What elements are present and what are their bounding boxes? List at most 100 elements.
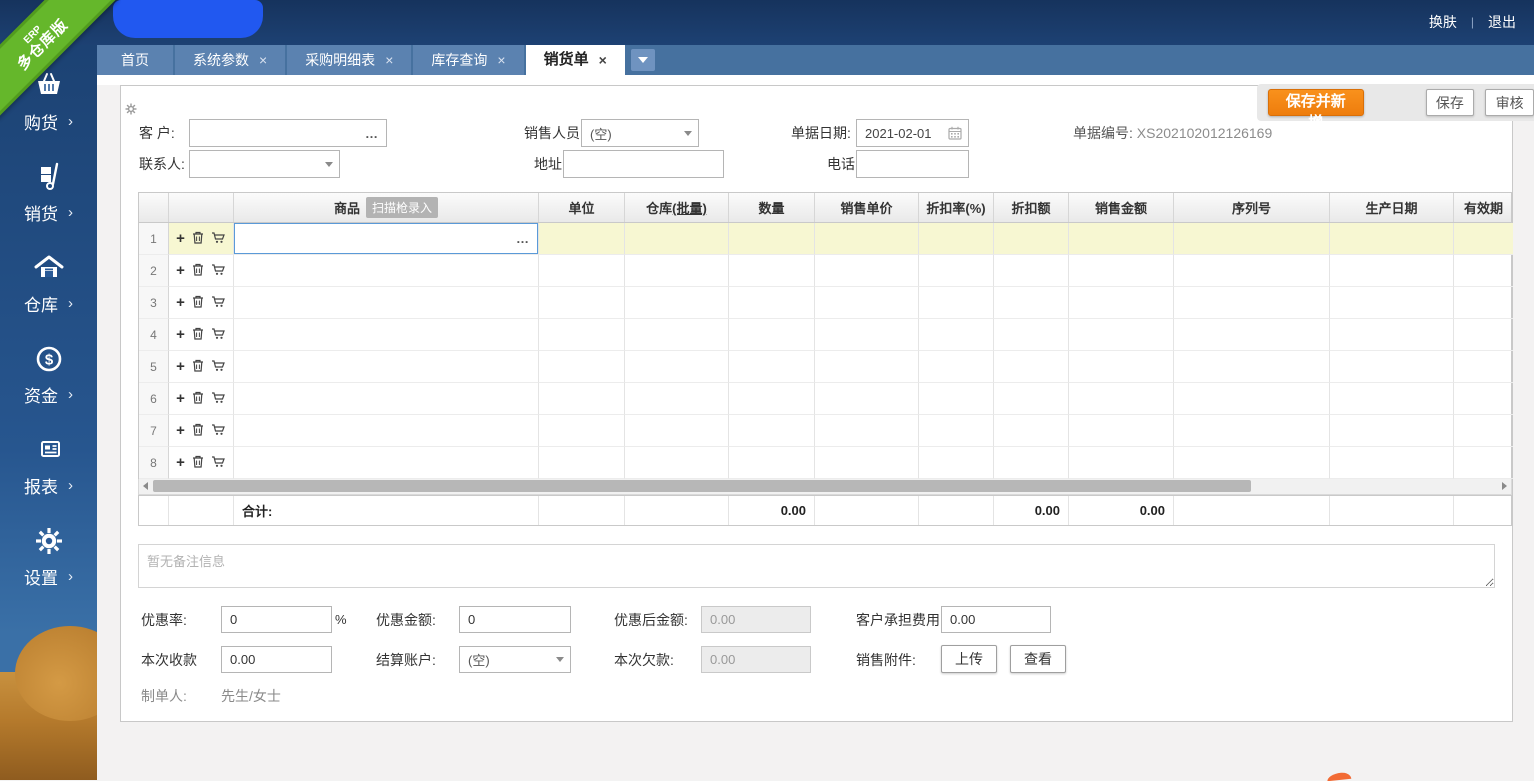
table-cell — [919, 287, 994, 319]
cart-icon[interactable] — [211, 359, 226, 375]
save-and-new-button[interactable]: 保存并新增 — [1268, 89, 1364, 116]
delete-row-icon[interactable] — [192, 359, 204, 375]
add-row-icon[interactable]: + — [176, 359, 185, 374]
scan-gun-entry-button[interactable]: 扫描枪录入 — [366, 197, 438, 218]
horizontal-scrollbar[interactable] — [138, 479, 1512, 495]
tab-close-icon[interactable]: × — [497, 53, 505, 67]
change-skin-link[interactable]: 换肤 — [1429, 12, 1457, 32]
logout-link[interactable]: 退出 — [1488, 12, 1516, 32]
table-cell — [1174, 319, 1330, 351]
table-cell — [539, 255, 625, 287]
view-button[interactable]: 查看 — [1010, 645, 1066, 673]
doc-date-picker[interactable]: 2021-02-01 — [856, 119, 969, 147]
table-cell — [815, 447, 919, 479]
tab-list-dropdown[interactable] — [631, 49, 655, 71]
table-cell — [1069, 287, 1174, 319]
customer-input-field[interactable] — [190, 120, 358, 146]
salesperson-select[interactable]: (空) — [581, 119, 699, 147]
product-lookup-button[interactable]: … — [508, 231, 537, 246]
delete-row-icon[interactable] — [192, 231, 204, 247]
sidebar-item-funds[interactable]: $ 资金› — [0, 328, 97, 419]
contact-select[interactable] — [189, 150, 340, 178]
cart-icon[interactable] — [211, 263, 226, 279]
table-cell — [625, 383, 729, 415]
table-cell — [1174, 223, 1330, 255]
add-row-icon[interactable]: + — [176, 391, 185, 406]
cart-icon[interactable] — [211, 327, 226, 343]
column-header-blank — [139, 193, 169, 222]
tab-close-icon[interactable]: × — [259, 53, 267, 67]
tab-label: 首页 — [121, 45, 149, 75]
phone-input[interactable] — [856, 150, 969, 178]
scroll-left-arrow[interactable] — [139, 479, 152, 493]
add-row-icon[interactable]: + — [176, 455, 185, 470]
sidebar-item-reports[interactable]: 报表› — [0, 419, 97, 510]
audit-button[interactable]: 审核 — [1485, 89, 1534, 116]
tab-active[interactable]: 销货单 × — [526, 45, 625, 75]
customer-lookup-button[interactable]: … — [358, 126, 386, 141]
delete-row-icon[interactable] — [192, 263, 204, 279]
table-cell — [1174, 447, 1330, 479]
row-actions: + — [169, 351, 234, 383]
address-input-field[interactable] — [564, 151, 723, 177]
remark-textarea[interactable] — [138, 544, 1495, 588]
sidebar-item-label: 资金 — [24, 382, 58, 407]
table-header-row: 商品扫描枪录入单位仓库(批量)数量销售单价折扣率(%)折扣额销售金额序列号生产日… — [138, 192, 1512, 223]
delete-row-icon[interactable] — [192, 455, 204, 471]
sidebar-item-sales[interactable]: 销货› — [0, 146, 97, 237]
table-cell — [994, 319, 1069, 351]
column-header: 数量 — [729, 193, 815, 222]
customer-fee-input[interactable] — [941, 606, 1051, 633]
delete-row-icon[interactable] — [192, 327, 204, 343]
table-cell — [1454, 447, 1513, 479]
discount-amount-input[interactable] — [459, 606, 571, 633]
scroll-right-arrow[interactable] — [1498, 479, 1511, 493]
tab-close-icon[interactable]: × — [599, 53, 607, 67]
save-button[interactable]: 保存 — [1426, 89, 1475, 116]
table-cell — [1330, 319, 1454, 351]
delete-row-icon[interactable] — [192, 295, 204, 311]
tab-inactive[interactable]: 首页 — [97, 45, 173, 75]
doc-date-label: 单据日期: — [791, 119, 851, 147]
chevron-down-icon — [678, 131, 698, 136]
cart-icon[interactable] — [211, 423, 226, 439]
add-row-icon[interactable]: + — [176, 327, 185, 342]
phone-input-field[interactable] — [857, 151, 968, 177]
table-cell — [1174, 287, 1330, 319]
upload-button[interactable]: 上传 — [941, 645, 997, 673]
product-input-field[interactable] — [235, 224, 508, 253]
column-header: 折扣率(%) — [919, 193, 994, 222]
cart-icon[interactable] — [211, 295, 226, 311]
discount-rate-input[interactable] — [221, 606, 332, 633]
tab-inactive[interactable]: 库存查询× — [413, 45, 523, 75]
add-row-icon[interactable]: + — [176, 295, 185, 310]
account-select[interactable]: (空) — [459, 646, 571, 673]
scrollbar-thumb[interactable] — [153, 480, 1251, 492]
table-cell — [1174, 351, 1330, 383]
table-cell — [994, 351, 1069, 383]
row-actions: + — [169, 383, 234, 415]
tab-close-icon[interactable]: × — [385, 53, 393, 67]
sidebar-item-settings[interactable]: 设置› — [0, 510, 97, 601]
delete-row-icon[interactable] — [192, 391, 204, 407]
tab-label: 销货单 — [544, 45, 589, 75]
cart-icon[interactable] — [211, 391, 226, 407]
sidebar-item-label: 报表 — [24, 473, 58, 498]
tab-inactive[interactable]: 采购明细表× — [287, 45, 411, 75]
cart-icon[interactable] — [211, 231, 226, 247]
cart-icon[interactable] — [211, 455, 226, 471]
add-row-icon[interactable]: + — [176, 263, 185, 278]
customer-input[interactable]: … — [189, 119, 387, 147]
action-toolbar: 保存并新增 保存 审核 — [1257, 84, 1534, 121]
add-row-icon[interactable]: + — [176, 231, 185, 246]
received-input[interactable] — [221, 646, 332, 673]
tab-inactive[interactable]: 系统参数× — [175, 45, 285, 75]
sidebar-item-warehouse[interactable]: 仓库› — [0, 237, 97, 328]
address-input[interactable] — [563, 150, 724, 178]
delete-row-icon[interactable] — [192, 423, 204, 439]
column-header-blank — [169, 193, 234, 222]
panel-gear-icon[interactable] — [125, 102, 137, 120]
calendar-icon[interactable] — [948, 126, 962, 140]
product-editor[interactable]: … — [234, 223, 538, 254]
add-row-icon[interactable]: + — [176, 423, 185, 438]
